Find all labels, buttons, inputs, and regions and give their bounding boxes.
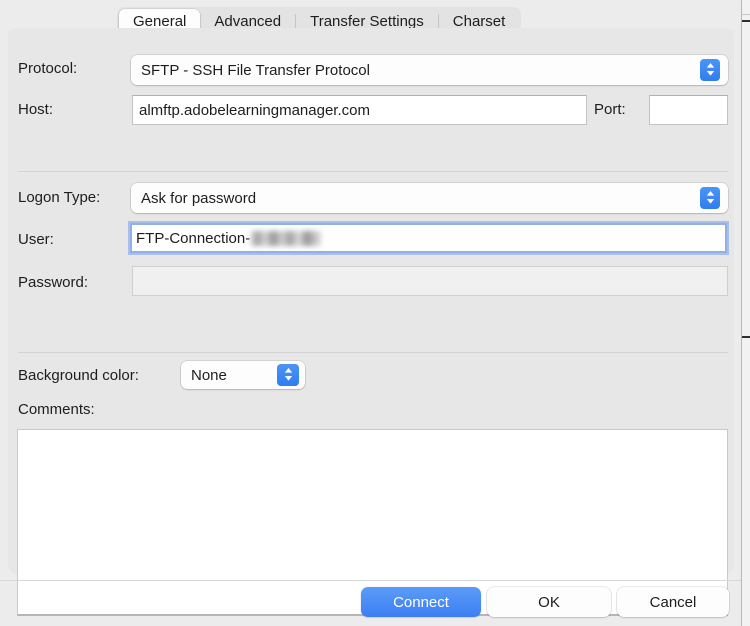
section-divider-1 (18, 171, 728, 172)
cancel-button[interactable]: Cancel (617, 587, 729, 617)
tab-advanced-label: Advanced (214, 12, 282, 30)
adjacent-pane-hairline (742, 14, 750, 15)
ok-button[interactable]: OK (487, 587, 611, 617)
logon-type-select[interactable]: Ask for password (131, 183, 728, 213)
host-input[interactable]: almftp.adobelearningmanager.com (132, 95, 587, 125)
connect-button-label: Connect (393, 593, 449, 611)
background-color-select-value: None (191, 366, 227, 384)
protocol-select-value: SFTP - SSH File Transfer Protocol (141, 61, 370, 79)
adjacent-pane-tick (742, 336, 750, 338)
tab-transfer-settings-label: Transfer Settings (310, 12, 424, 30)
port-input[interactable] (649, 95, 728, 125)
adjacent-pane-tick (742, 20, 750, 22)
site-manager-dialog: General Advanced Transfer Settings Chars… (0, 0, 750, 626)
user-label: User: (18, 231, 54, 248)
user-input-value: FTP-Connection- (136, 229, 251, 247)
logon-type-select-value: Ask for password (141, 189, 257, 207)
chevron-up-down-icon[interactable] (277, 364, 299, 386)
ok-button-label: OK (538, 593, 560, 611)
host-label: Host: (18, 101, 54, 118)
comments-textarea-value (18, 430, 727, 438)
password-input[interactable] (132, 266, 728, 296)
chevron-up-down-icon[interactable] (700, 187, 720, 209)
protocol-label: Protocol: (18, 60, 78, 77)
tab-charset-label: Charset (452, 12, 506, 30)
cancel-button-label: Cancel (649, 593, 697, 611)
port-label: Port: (594, 101, 626, 118)
connect-button[interactable]: Connect (361, 587, 481, 617)
redacted-username-text (251, 230, 322, 246)
user-input[interactable]: FTP-Connection- (129, 222, 728, 254)
comments-label: Comments: (18, 401, 95, 418)
footer-divider (0, 580, 742, 581)
host-input-value: almftp.adobelearningmanager.com (139, 101, 370, 119)
tab-general-label: General (133, 12, 187, 30)
section-divider-2 (18, 352, 728, 353)
background-color-label: Background color: (18, 367, 139, 384)
logon-type-label: Logon Type: (18, 189, 101, 206)
adjacent-pane-sliver (742, 0, 750, 626)
protocol-select[interactable]: SFTP - SSH File Transfer Protocol (131, 55, 728, 85)
chevron-up-down-icon[interactable] (700, 59, 720, 81)
password-label: Password: (18, 274, 89, 291)
